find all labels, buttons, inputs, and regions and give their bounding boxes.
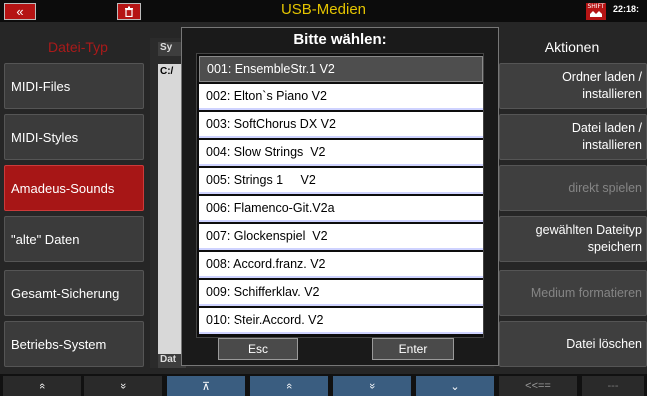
- file-type-label: MIDI-Styles: [11, 129, 79, 145]
- double-chevron-down-icon: »: [366, 382, 378, 390]
- confirm-button[interactable]: Enter: [372, 338, 454, 360]
- list-item[interactable]: 002: Elton`s Piano V2: [199, 84, 483, 110]
- double-chevron-left-icon: «: [16, 4, 24, 19]
- file-type-midi-files[interactable]: MIDI-Files: [4, 63, 144, 109]
- action-label-line1: gewählten Dateityp: [535, 223, 642, 237]
- clock: 22:18:: [613, 4, 640, 14]
- double-chevron-up-icon: «: [283, 382, 295, 390]
- top-bar: « USB-Medien SHIFT 22:18:: [0, 0, 647, 22]
- page-title: USB-Medien: [280, 1, 367, 18]
- usb-media-screen: « USB-Medien SHIFT 22:18: Datei-Typ Akti…: [0, 0, 647, 396]
- action-label-line2: installieren: [582, 138, 642, 152]
- house-icon: [590, 11, 602, 17]
- double-chevron-down-icon: »: [117, 382, 129, 390]
- scroll-last-button[interactable]: »: [84, 376, 162, 396]
- file-type-full-backup[interactable]: Gesamt-Sicherung: [4, 270, 144, 316]
- chevron-down-icon: ⌄: [450, 380, 460, 393]
- load-folder-button[interactable]: Ordner laden / installieren: [499, 63, 647, 109]
- action-label-line2: installieren: [582, 87, 642, 101]
- actions-header: Aktionen: [544, 39, 600, 55]
- file-type-header: Datei-Typ: [48, 39, 108, 55]
- save-file-type-button[interactable]: gewählten Dateityp speichern: [499, 216, 647, 262]
- list-item[interactable]: 007: Glockenspiel V2: [199, 224, 483, 250]
- file-type-midi-styles[interactable]: MIDI-Styles: [4, 114, 144, 160]
- empty-button[interactable]: ---: [582, 376, 644, 396]
- confirm-label: Übernehmen: [382, 322, 444, 333]
- action-label-line1: direkt spielen: [568, 180, 642, 195]
- list-item[interactable]: 001: EnsembleStr.1 V2: [199, 56, 483, 82]
- delete-file-button[interactable]: Datei löschen: [499, 321, 647, 367]
- file-type-label: "alte" Daten: [11, 231, 80, 247]
- line-down-button[interactable]: ⌄: [416, 376, 494, 396]
- list-top-button[interactable]: ⊼: [167, 376, 245, 396]
- format-medium-button[interactable]: Medium formatieren: [499, 270, 647, 316]
- file-type-label: MIDI-Files: [11, 78, 71, 94]
- action-label-line1: Ordner laden /: [562, 70, 642, 84]
- list-item[interactable]: 003: SoftChorus DX V2: [199, 112, 483, 138]
- load-file-button[interactable]: Datei laden / installieren: [499, 114, 647, 160]
- bottom-bar: « » ⊼ « » ⌄ <<== ---: [0, 374, 647, 396]
- list-item[interactable]: 004: Slow Strings V2: [199, 140, 483, 166]
- file-type-amadeus-sounds[interactable]: Amadeus-Sounds: [4, 165, 144, 211]
- path-fragment: C:/: [158, 64, 182, 354]
- select-dialog: Bitte wählen: 001: EnsembleStr.1 V2 002:…: [181, 27, 499, 366]
- shift-label: SHIFT: [587, 3, 605, 10]
- sound-list[interactable]: 001: EnsembleStr.1 V2 002: Elton`s Piano…: [196, 53, 484, 338]
- list-item[interactable]: 009: Schifferklav. V2: [199, 280, 483, 306]
- file-type-label: Betriebs-System: [11, 336, 107, 352]
- trash-button[interactable]: [117, 3, 141, 20]
- play-direct-button[interactable]: direkt spielen: [499, 165, 647, 211]
- file-type-label: Amadeus-Sounds: [11, 180, 115, 196]
- scroll-first-button[interactable]: «: [3, 376, 81, 396]
- list-item[interactable]: 005: Strings 1 V2: [199, 168, 483, 194]
- page-up-button[interactable]: «: [250, 376, 328, 396]
- dialog-title: Bitte wählen:: [293, 31, 387, 48]
- empty-label: ---: [607, 380, 619, 392]
- arrow-top-icon: ⊼: [201, 380, 211, 393]
- action-label-line1: Datei laden /: [571, 121, 642, 135]
- cancel-button[interactable]: Esc: [218, 338, 298, 360]
- back-button[interactable]: «: [4, 3, 36, 20]
- page-down-button[interactable]: »: [333, 376, 411, 396]
- back-level-button[interactable]: <<==: [499, 376, 577, 396]
- action-label-line2: speichern: [587, 240, 642, 254]
- trash-icon: [125, 6, 133, 17]
- file-type-old-data[interactable]: "alte" Daten: [4, 216, 144, 262]
- file-type-label: Gesamt-Sicherung: [11, 285, 120, 301]
- back-arrow-icon: <<==: [525, 380, 551, 392]
- list-item[interactable]: 006: Flamenco-Git.V2a: [199, 196, 483, 222]
- double-chevron-up-icon: «: [36, 382, 48, 390]
- list-item[interactable]: 008: Accord.franz. V2: [199, 252, 483, 278]
- action-label-line1: Datei löschen: [566, 336, 642, 351]
- shift-indicator[interactable]: SHIFT: [586, 3, 606, 20]
- cancel-label: Abbrechen: [230, 322, 284, 333]
- action-label-line1: Medium formatieren: [530, 285, 642, 300]
- file-type-os[interactable]: Betriebs-System: [4, 321, 144, 367]
